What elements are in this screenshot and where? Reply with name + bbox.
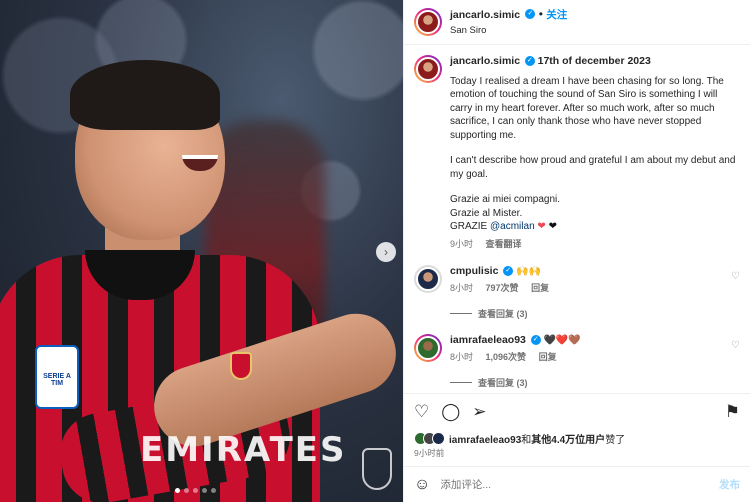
red-heart-icon: ❤	[537, 221, 546, 232]
caption-paragraph-1: Today I realised a dream I have been cha…	[450, 75, 724, 141]
black-heart-icon: ❤	[548, 221, 557, 232]
heart-outline-icon[interactable]: ♡	[731, 340, 740, 351]
comment-username[interactable]: cmpulisic	[450, 265, 498, 277]
caption-username[interactable]: jancarlo.simic	[450, 55, 520, 67]
comments-scroll[interactable]: jancarlo.simic ✓ 17th of december 2023 T…	[404, 45, 750, 393]
liked-others-link[interactable]: 其他4.4万位用户	[531, 435, 605, 446]
post-modal: SERIE A TIM EMIRATES › jancarlo.simic ✓ …	[0, 0, 750, 502]
post-header: jancarlo.simic ✓ • 关注 San Siro	[404, 0, 750, 45]
comment-username[interactable]: iamrafaeleao93	[450, 334, 526, 346]
caption-paragraph-2: I can't describe how proud and grateful …	[450, 155, 736, 180]
follow-button[interactable]: 关注	[546, 9, 567, 21]
avatar[interactable]	[414, 265, 442, 293]
player-hair	[70, 60, 220, 130]
verified-icon: ✓	[525, 9, 536, 20]
add-comment-bar: ☺ 发布	[404, 466, 750, 502]
comment-text: 🖤❤️🤎	[543, 335, 581, 346]
heart-outline-icon[interactable]: ♡	[731, 271, 740, 282]
share-icon[interactable]: ➢	[472, 402, 486, 422]
header-info: jancarlo.simic ✓ • 关注 San Siro	[450, 6, 568, 38]
action-bar: ♡ ◯ ➢ ⚑	[404, 393, 750, 429]
post-comment-button[interactable]: 发布	[719, 477, 740, 492]
comment-icon[interactable]: ◯	[441, 402, 460, 422]
comment-time: 8小时	[450, 283, 474, 293]
carousel-dot	[193, 488, 198, 493]
view-replies-button[interactable]: 查看回复 (3)	[450, 307, 740, 320]
verified-icon: ✓	[530, 335, 541, 346]
comment-likes[interactable]: 797次赞	[486, 283, 519, 293]
chevron-right-icon: ›	[384, 245, 388, 259]
carousel-dot	[175, 488, 180, 493]
heart-icon[interactable]: ♡	[414, 402, 429, 422]
caption-line-1: Grazie ai miei compagni.	[450, 194, 561, 205]
post-photo[interactable]: SERIE A TIM EMIRATES ›	[0, 0, 403, 502]
view-replies-button[interactable]: 查看回复 (3)	[450, 376, 740, 389]
carousel-dot	[211, 488, 216, 493]
reply-button[interactable]: 回复	[531, 283, 549, 293]
likes-summary: iamrafaeleao93和其他4.4万位用户赞了	[404, 429, 750, 447]
caption-time: 9小时	[450, 238, 474, 249]
comment-text: 🙌🙌	[516, 266, 541, 277]
verified-icon: ✓	[524, 56, 535, 67]
avatar[interactable]	[414, 8, 442, 36]
author-username[interactable]: jancarlo.simic	[450, 9, 520, 21]
caption-line-2: Grazie al Mister.	[450, 207, 523, 219]
carousel-dots	[175, 488, 216, 493]
bookmark-icon[interactable]: ⚑	[725, 402, 740, 422]
post-panel: jancarlo.simic ✓ • 关注 San Siro jancarlo.…	[403, 0, 750, 502]
verified-icon: ✓	[503, 266, 514, 277]
translate-link[interactable]: 查看翻译	[486, 239, 522, 249]
serie-a-badge: SERIE A TIM	[35, 345, 79, 409]
post-time: 9小时前	[414, 448, 445, 458]
avatar[interactable]	[414, 334, 442, 362]
comment: cmpulisic ✓ 🙌🙌 8小时 797次赞 回复 ♡	[414, 265, 740, 295]
shirt-sponsor: EMIRATES	[140, 430, 347, 470]
avatar[interactable]	[414, 55, 442, 83]
mention-link[interactable]: @acmilan	[490, 221, 535, 232]
comment-likes[interactable]: 1,096次赞	[486, 352, 527, 362]
comment-input[interactable]	[440, 478, 719, 491]
liked-by-user[interactable]: iamrafaeleao93	[449, 435, 521, 446]
caption: jancarlo.simic ✓ 17th of december 2023 T…	[414, 55, 740, 251]
comment-time: 8小时	[450, 352, 474, 362]
caption-line-3: GRAZIE @acmilan ❤ ❤	[450, 221, 557, 232]
reply-button[interactable]: 回复	[539, 352, 557, 362]
carousel-dot	[202, 488, 207, 493]
avatar	[432, 431, 445, 445]
milan-logo-watermark	[362, 448, 392, 490]
comment: iamrafaeleao93 ✓ 🖤❤️🤎 8小时 1,096次赞 回复 ♡	[414, 334, 740, 364]
next-slide-button[interactable]: ›	[376, 242, 396, 262]
location-link[interactable]: San Siro	[450, 23, 567, 38]
carousel-dot	[184, 488, 189, 493]
caption-date: 17th of december 2023	[537, 55, 651, 67]
milan-crest	[230, 352, 252, 380]
caption-meta: 9小时 查看翻译	[450, 238, 740, 252]
emoji-icon[interactable]: ☺	[414, 476, 430, 494]
